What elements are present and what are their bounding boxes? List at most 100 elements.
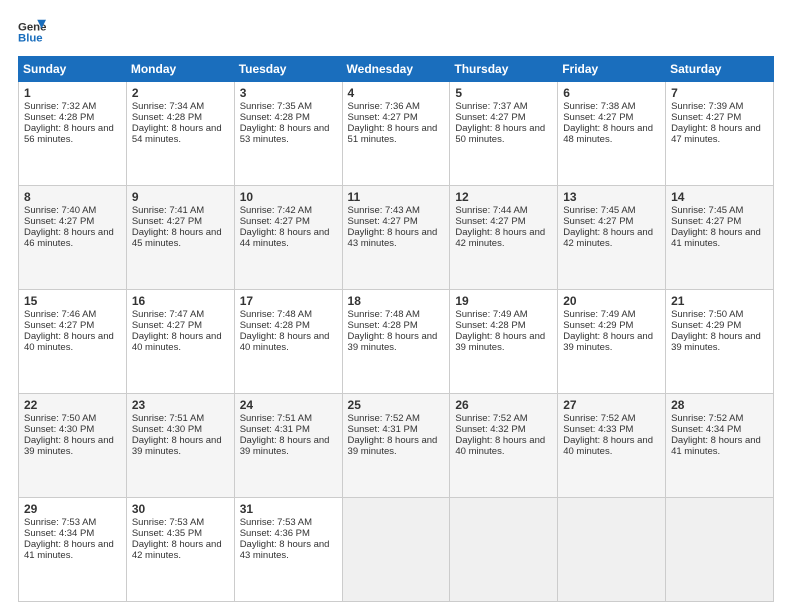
sunset: Sunset: 4:35 PM [132, 528, 202, 539]
sunrise: Sunrise: 7:43 AM [348, 205, 420, 216]
sunset: Sunset: 4:28 PM [455, 320, 525, 331]
day-number: 2 [132, 86, 229, 100]
day-number: 19 [455, 294, 552, 308]
sunset: Sunset: 4:27 PM [132, 320, 202, 331]
sunset: Sunset: 4:31 PM [240, 424, 310, 435]
day-number: 14 [671, 190, 768, 204]
sunrise: Sunrise: 7:45 AM [563, 205, 635, 216]
day-number: 13 [563, 190, 660, 204]
daylight: Daylight: 8 hours and 51 minutes. [348, 123, 438, 145]
logo-icon: General Blue [18, 18, 46, 46]
weekday-header-friday: Friday [558, 57, 666, 82]
calendar-cell: 11Sunrise: 7:43 AMSunset: 4:27 PMDayligh… [342, 186, 450, 290]
day-number: 8 [24, 190, 121, 204]
daylight: Daylight: 8 hours and 42 minutes. [455, 227, 545, 249]
calendar-cell: 25Sunrise: 7:52 AMSunset: 4:31 PMDayligh… [342, 394, 450, 498]
calendar-cell [558, 498, 666, 602]
sunset: Sunset: 4:27 PM [24, 216, 94, 227]
daylight: Daylight: 8 hours and 43 minutes. [240, 539, 330, 561]
sunrise: Sunrise: 7:51 AM [132, 413, 204, 424]
daylight: Daylight: 8 hours and 39 minutes. [348, 331, 438, 353]
daylight: Daylight: 8 hours and 40 minutes. [455, 435, 545, 457]
calendar-body: 1Sunrise: 7:32 AMSunset: 4:28 PMDaylight… [19, 82, 774, 602]
sunrise: Sunrise: 7:50 AM [671, 309, 743, 320]
sunset: Sunset: 4:27 PM [563, 216, 633, 227]
sunset: Sunset: 4:28 PM [348, 320, 418, 331]
weekday-header-sunday: Sunday [19, 57, 127, 82]
daylight: Daylight: 8 hours and 39 minutes. [455, 331, 545, 353]
daylight: Daylight: 8 hours and 54 minutes. [132, 123, 222, 145]
calendar-cell: 9Sunrise: 7:41 AMSunset: 4:27 PMDaylight… [126, 186, 234, 290]
calendar-cell: 2Sunrise: 7:34 AMSunset: 4:28 PMDaylight… [126, 82, 234, 186]
day-number: 4 [348, 86, 445, 100]
daylight: Daylight: 8 hours and 39 minutes. [24, 435, 114, 457]
calendar-cell [666, 498, 774, 602]
calendar-cell: 10Sunrise: 7:42 AMSunset: 4:27 PMDayligh… [234, 186, 342, 290]
calendar-cell: 29Sunrise: 7:53 AMSunset: 4:34 PMDayligh… [19, 498, 127, 602]
weekday-header-tuesday: Tuesday [234, 57, 342, 82]
sunset: Sunset: 4:27 PM [563, 112, 633, 123]
day-number: 30 [132, 502, 229, 516]
sunset: Sunset: 4:27 PM [240, 216, 310, 227]
calendar-week-4: 22Sunrise: 7:50 AMSunset: 4:30 PMDayligh… [19, 394, 774, 498]
sunrise: Sunrise: 7:38 AM [563, 101, 635, 112]
sunrise: Sunrise: 7:40 AM [24, 205, 96, 216]
calendar-cell: 14Sunrise: 7:45 AMSunset: 4:27 PMDayligh… [666, 186, 774, 290]
daylight: Daylight: 8 hours and 47 minutes. [671, 123, 761, 145]
weekday-header-monday: Monday [126, 57, 234, 82]
day-number: 10 [240, 190, 337, 204]
daylight: Daylight: 8 hours and 50 minutes. [455, 123, 545, 145]
sunrise: Sunrise: 7:37 AM [455, 101, 527, 112]
sunrise: Sunrise: 7:52 AM [455, 413, 527, 424]
daylight: Daylight: 8 hours and 39 minutes. [132, 435, 222, 457]
calendar-cell: 31Sunrise: 7:53 AMSunset: 4:36 PMDayligh… [234, 498, 342, 602]
daylight: Daylight: 8 hours and 46 minutes. [24, 227, 114, 249]
day-number: 21 [671, 294, 768, 308]
sunrise: Sunrise: 7:49 AM [563, 309, 635, 320]
sunrise: Sunrise: 7:53 AM [240, 517, 312, 528]
calendar-cell: 24Sunrise: 7:51 AMSunset: 4:31 PMDayligh… [234, 394, 342, 498]
daylight: Daylight: 8 hours and 40 minutes. [132, 331, 222, 353]
day-number: 22 [24, 398, 121, 412]
sunrise: Sunrise: 7:52 AM [671, 413, 743, 424]
day-number: 28 [671, 398, 768, 412]
sunrise: Sunrise: 7:45 AM [671, 205, 743, 216]
daylight: Daylight: 8 hours and 45 minutes. [132, 227, 222, 249]
daylight: Daylight: 8 hours and 39 minutes. [348, 435, 438, 457]
day-number: 3 [240, 86, 337, 100]
calendar-cell: 4Sunrise: 7:36 AMSunset: 4:27 PMDaylight… [342, 82, 450, 186]
day-number: 1 [24, 86, 121, 100]
day-number: 31 [240, 502, 337, 516]
sunrise: Sunrise: 7:34 AM [132, 101, 204, 112]
daylight: Daylight: 8 hours and 44 minutes. [240, 227, 330, 249]
daylight: Daylight: 8 hours and 39 minutes. [240, 435, 330, 457]
sunrise: Sunrise: 7:44 AM [455, 205, 527, 216]
calendar-cell: 21Sunrise: 7:50 AMSunset: 4:29 PMDayligh… [666, 290, 774, 394]
sunrise: Sunrise: 7:48 AM [240, 309, 312, 320]
calendar-week-1: 1Sunrise: 7:32 AMSunset: 4:28 PMDaylight… [19, 82, 774, 186]
daylight: Daylight: 8 hours and 42 minutes. [563, 227, 653, 249]
svg-text:Blue: Blue [18, 33, 43, 45]
day-number: 23 [132, 398, 229, 412]
weekday-header-row: SundayMondayTuesdayWednesdayThursdayFrid… [19, 57, 774, 82]
day-number: 5 [455, 86, 552, 100]
sunset: Sunset: 4:27 PM [24, 320, 94, 331]
daylight: Daylight: 8 hours and 42 minutes. [132, 539, 222, 561]
sunset: Sunset: 4:31 PM [348, 424, 418, 435]
sunset: Sunset: 4:27 PM [132, 216, 202, 227]
logo: General Blue [18, 18, 46, 46]
calendar-week-3: 15Sunrise: 7:46 AMSunset: 4:27 PMDayligh… [19, 290, 774, 394]
calendar-cell: 12Sunrise: 7:44 AMSunset: 4:27 PMDayligh… [450, 186, 558, 290]
sunset: Sunset: 4:27 PM [348, 216, 418, 227]
sunrise: Sunrise: 7:47 AM [132, 309, 204, 320]
day-number: 12 [455, 190, 552, 204]
sunset: Sunset: 4:28 PM [240, 112, 310, 123]
day-number: 25 [348, 398, 445, 412]
day-number: 27 [563, 398, 660, 412]
weekday-header-thursday: Thursday [450, 57, 558, 82]
day-number: 11 [348, 190, 445, 204]
daylight: Daylight: 8 hours and 40 minutes. [24, 331, 114, 353]
daylight: Daylight: 8 hours and 39 minutes. [563, 331, 653, 353]
sunset: Sunset: 4:34 PM [671, 424, 741, 435]
sunrise: Sunrise: 7:52 AM [348, 413, 420, 424]
